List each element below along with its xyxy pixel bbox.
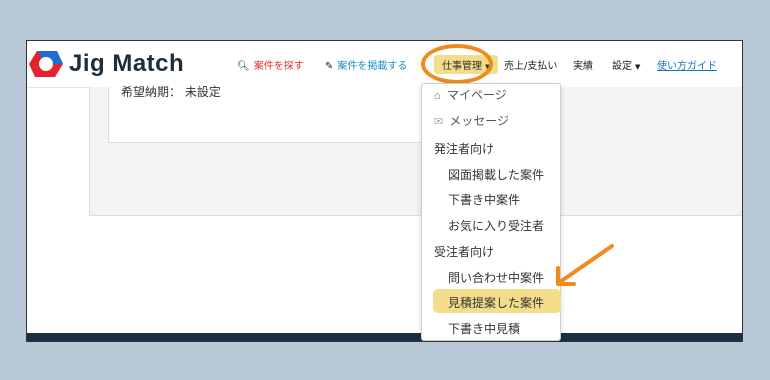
content-panel: 希望納期： 未設定: [89, 85, 742, 216]
caret-down-icon: ▼: [635, 63, 641, 71]
nav-settings-dropdown[interactable]: 設定 ▼: [612, 57, 640, 72]
jig-match-logo-icon[interactable]: [29, 49, 63, 79]
nav-guide-link[interactable]: 使い方ガイド: [657, 57, 717, 72]
menu-item-messages[interactable]: ✉ メッセージ: [434, 112, 509, 129]
nav-search-label: 案件を探す: [253, 61, 304, 72]
nav-sales-link[interactable]: 売上/支払い: [504, 57, 557, 72]
nav-post-link[interactable]: ✎ 案件を掲載する: [325, 57, 407, 72]
menu-item-inquiry-jobs[interactable]: 問い合わせ中案件: [448, 269, 544, 286]
app-window: Jig Match 🔍︎ 案件を探す ✎ 案件を掲載する 仕事管理 ▼ 売上/支払い …: [26, 40, 743, 342]
menu-item-proposed-quotes[interactable]: 見積提案した案件: [448, 294, 544, 311]
nav-post-label: 案件を掲載する: [337, 61, 408, 72]
job-manage-dropdown-menu: ⌂ マイページ ✉ メッセージ 発注者向け 図面掲載した案件 下書き中案件 お気に入…: [421, 83, 561, 341]
menu-item-posted-jobs[interactable]: 図面掲載した案件: [448, 166, 544, 183]
top-navbar: Jig Match 🔍︎ 案件を探す ✎ 案件を掲載する 仕事管理 ▼ 売上/支払い …: [27, 41, 742, 88]
annotation-circle: [421, 44, 493, 84]
envelope-icon: ✉: [434, 115, 444, 128]
nav-results-link[interactable]: 実績: [573, 57, 593, 72]
menu-header-contractor: 受注者向け: [434, 245, 495, 259]
annotation-arrow-icon: [556, 244, 614, 286]
nav-settings-label: 設定: [612, 61, 632, 72]
menu-item-draft-jobs[interactable]: 下書き中案件: [448, 191, 520, 208]
menu-item-favorite-contractors[interactable]: お気に入り受注者: [448, 217, 544, 234]
deadline-text: 希望納期： 未設定: [121, 85, 221, 99]
menu-item-mypage-label: マイページ: [446, 88, 507, 102]
home-icon: ⌂: [434, 89, 441, 102]
menu-item-mypage[interactable]: ⌂ マイページ: [434, 86, 507, 103]
menu-header-client: 発注者向け: [434, 142, 495, 156]
app-name[interactable]: Jig Match: [69, 50, 184, 78]
magnifier-icon: 🔍︎: [237, 61, 250, 72]
pencil-icon: ✎: [325, 61, 334, 72]
menu-item-messages-label: メッセージ: [449, 114, 509, 128]
menu-item-draft-quotes[interactable]: 下書き中見積: [448, 320, 520, 337]
nav-search-link[interactable]: 🔍︎ 案件を探す: [237, 57, 304, 72]
footer-bar: [27, 333, 742, 341]
